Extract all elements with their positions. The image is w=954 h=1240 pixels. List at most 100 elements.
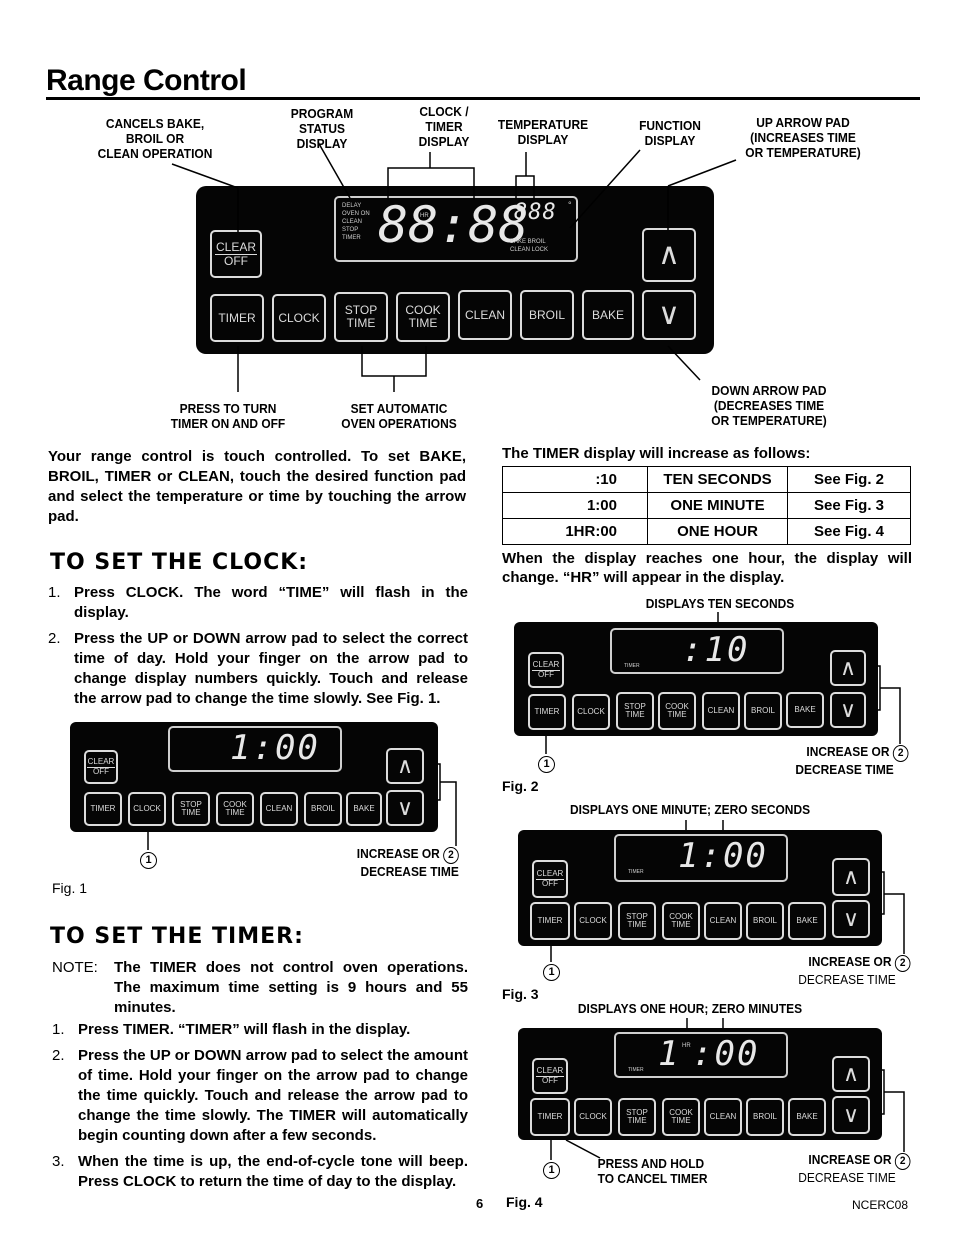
table-cell: ONE HOUR: [647, 518, 788, 545]
function-labels: BAKE BROIL CLEAN LOCK: [510, 238, 548, 254]
fig1-bake-button[interactable]: BAKE: [346, 792, 382, 826]
callout-line: PROGRAM: [290, 106, 354, 121]
chevron-up-icon: ∧: [842, 864, 860, 890]
cook-time-button[interactable]: COOK TIME: [396, 292, 450, 342]
fig4-timer-indicator: TIMER: [628, 1067, 644, 1073]
fig3-timer-button[interactable]: TIMER: [530, 902, 570, 940]
fig4-stop-time-button[interactable]: STOP TIME: [618, 1098, 656, 1136]
table-cell: 1HR:00: [502, 518, 648, 545]
fig3-clear-off-button[interactable]: CLEAR OFF: [532, 860, 568, 898]
fig4-display-hour: 1: [658, 1034, 681, 1074]
timer-button[interactable]: TIMER: [210, 294, 264, 342]
time-label: TIME: [667, 710, 687, 719]
fig2-clock-button[interactable]: CLOCK: [572, 694, 610, 730]
callout-up-arrow: UP ARROW PAD (INCREASES TIME OR TEMPERAT…: [734, 115, 872, 160]
callout-line: (DECREASES TIME: [713, 398, 825, 413]
fig2-down-arrow-button[interactable]: ∨: [830, 692, 866, 728]
fig2-stop-time-button[interactable]: STOP TIME: [616, 692, 654, 730]
callout-line: DOWN ARROW PAD: [711, 383, 827, 398]
fig4-display-minutes: :00: [692, 1034, 760, 1074]
fig2-broil-button[interactable]: BROIL: [744, 692, 782, 730]
callout-line: BROIL OR: [125, 131, 185, 146]
fig2-bake-button[interactable]: BAKE: [786, 692, 824, 728]
fig3-timer-indicator: TIMER: [628, 869, 644, 875]
time-label: TIME: [627, 1116, 647, 1125]
timer-note: NOTE: The TIMER does not control oven op…: [52, 958, 468, 1018]
callout-temperature: TEMPERATURE DISPLAY: [489, 117, 598, 147]
callout-line: TEMPERATURE: [497, 117, 589, 132]
fig1-clock-button[interactable]: CLOCK: [128, 792, 166, 826]
temperature-digits: 888: [514, 200, 557, 225]
time-label: TIME: [627, 920, 647, 929]
fig3-cook-time-button[interactable]: COOK TIME: [662, 902, 700, 940]
table-cell: ONE MINUTE: [647, 492, 788, 519]
fig3-lcd-display: TIMER 1:00: [614, 834, 788, 882]
timer-step: 2. Press the UP or DOWN arrow pad to sele…: [52, 1046, 468, 1146]
fig2-clear-off-button[interactable]: CLEAR OFF: [528, 652, 564, 688]
bake-button[interactable]: BAKE: [582, 290, 634, 340]
fig4-clear-off-button[interactable]: CLEAR OFF: [532, 1058, 568, 1094]
timer-table: :10 TEN SECONDS See Fig. 2 1:00 ONE MINU…: [502, 466, 911, 545]
fig1-cook-time-button[interactable]: COOK TIME: [216, 792, 254, 826]
callout-function: FUNCTION DISPLAY: [630, 118, 711, 148]
fig1-stop-time-button[interactable]: STOP TIME: [172, 792, 210, 826]
timer-section-heading: TO SET THE TIMER:: [50, 924, 304, 949]
chevron-down-icon: ∨: [396, 795, 414, 821]
fig4-broil-button[interactable]: BROIL: [746, 1098, 784, 1136]
fig2-display-digits: :10: [682, 630, 750, 670]
clear-off-button[interactable]: CLEAR OFF: [210, 230, 262, 278]
fig2-clean-button[interactable]: CLEAN: [702, 692, 740, 730]
callout-line: TIMER ON AND OFF: [170, 416, 286, 431]
clean-button[interactable]: CLEAN: [458, 290, 512, 340]
fig1-display-digits: 1:00: [230, 728, 320, 768]
fig2-caption: INCREASE OR 2 DECREASE TIME: [782, 744, 909, 777]
down-arrow-button[interactable]: ∨: [642, 290, 696, 340]
table-cell: See Fig. 3: [787, 492, 911, 519]
callout-line: CLOCK /: [419, 104, 469, 119]
fig4-clock-button[interactable]: CLOCK: [574, 1098, 612, 1136]
fig3-broil-button[interactable]: BROIL: [746, 902, 784, 940]
up-arrow-button[interactable]: ∧: [642, 228, 696, 282]
fig3-clock-button[interactable]: CLOCK: [574, 902, 612, 940]
fig1-up-arrow-button[interactable]: ∧: [386, 748, 424, 784]
fig4-up-arrow-button[interactable]: ∧: [832, 1056, 870, 1092]
fig3-up-arrow-button[interactable]: ∧: [832, 858, 870, 896]
title-rule: [46, 97, 920, 100]
fig3-stop-time-button[interactable]: STOP TIME: [618, 902, 656, 940]
fig2-up-arrow-button[interactable]: ∧: [830, 650, 866, 686]
off-label: OFF: [542, 878, 558, 888]
fig2-heading: DISPLAYS TEN SECONDS: [645, 596, 795, 611]
fig3-bake-button[interactable]: BAKE: [788, 902, 826, 940]
fig3-down-arrow-button[interactable]: ∨: [832, 900, 870, 938]
table-row: 1:00 ONE MINUTE See Fig. 3: [502, 492, 911, 519]
callout-clock-timer: CLOCK / TIMER DISPLAY: [407, 104, 481, 149]
chevron-down-icon: ∨: [842, 1102, 860, 1128]
clock-button[interactable]: CLOCK: [272, 294, 326, 342]
fig4-timer-button[interactable]: TIMER: [530, 1098, 570, 1136]
off-label: OFF: [224, 253, 248, 268]
fig4-clean-button[interactable]: CLEAN: [704, 1098, 742, 1136]
step-number: 1.: [52, 1021, 65, 1038]
fig4-bake-button[interactable]: BAKE: [788, 1098, 826, 1136]
caption-line: TO CANCEL TIMER: [597, 1171, 708, 1186]
fig2-timer-button[interactable]: TIMER: [528, 694, 566, 730]
fig4-down-arrow-button[interactable]: ∨: [832, 1096, 870, 1134]
fig3-clean-button[interactable]: CLEAN: [704, 902, 742, 940]
fig1-lcd-display: 1:00: [168, 726, 342, 772]
table-cell: :10: [502, 466, 648, 493]
fig1-clear-off-button[interactable]: CLEAR OFF: [84, 750, 118, 784]
fig1-clean-button[interactable]: CLEAN: [260, 792, 298, 826]
step-text: Press the UP or DOWN arrow pad to select…: [78, 1047, 468, 1144]
broil-button[interactable]: BROIL: [520, 290, 574, 340]
fig3-heading: DISPLAYS ONE MINUTE; ZERO SECONDS: [569, 802, 811, 817]
fig2-cook-time-button[interactable]: COOK TIME: [658, 692, 696, 730]
fig4-cook-time-button[interactable]: COOK TIME: [662, 1098, 700, 1136]
table-cell: TEN SECONDS: [647, 466, 788, 493]
stop-time-button[interactable]: STOP TIME: [334, 292, 388, 342]
fig4-control-panel: TIMER 1 HR :00 CLEAR OFF ∧ ∨ TIMER CLOCK …: [518, 1028, 882, 1140]
time-label: TIME: [181, 808, 201, 817]
fig1-broil-button[interactable]: BROIL: [304, 792, 342, 826]
fig1-timer-button[interactable]: TIMER: [84, 792, 122, 826]
fig1-down-arrow-button[interactable]: ∨: [386, 790, 424, 826]
function-clean-lock: CLEAN LOCK: [510, 247, 549, 253]
